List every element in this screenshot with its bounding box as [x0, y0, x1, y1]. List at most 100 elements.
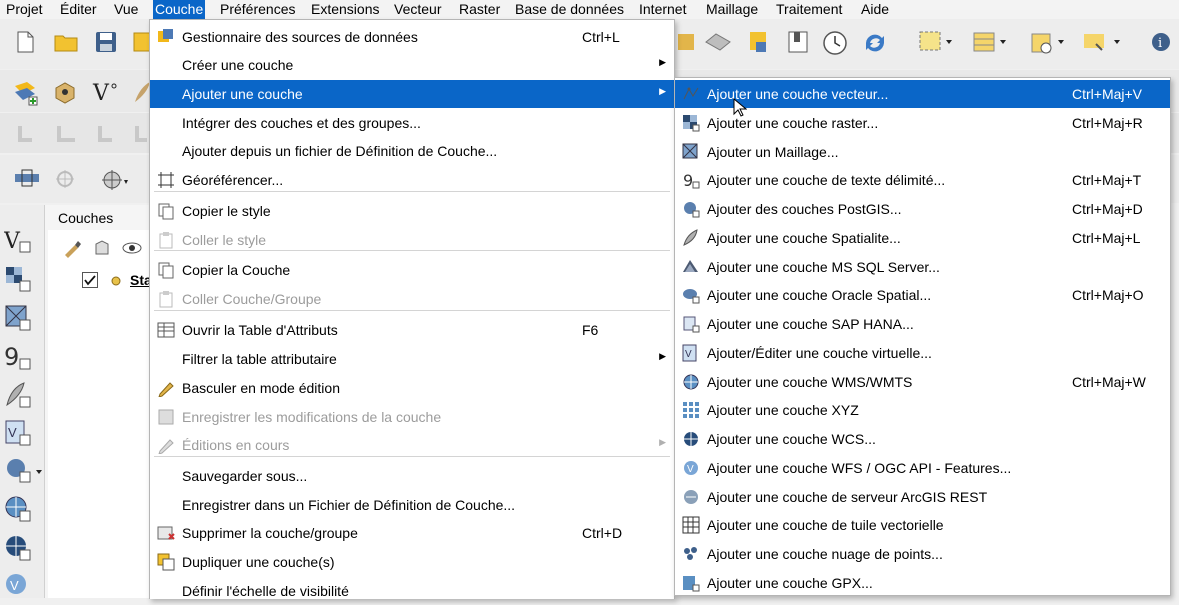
digitize-c-icon[interactable] — [94, 122, 116, 144]
remove-layer-icon — [157, 524, 175, 542]
submenu-item-ajouter-une-couche-wcs[interactable]: Ajouter une couche WCS... — [675, 425, 1170, 453]
menu-item-copier-le-style[interactable]: Copier le style — [150, 197, 674, 225]
menu-item-ajouter-depuis-un-fichier-de-definition-de-couche[interactable]: Ajouter depuis un fichier de Définition … — [150, 137, 674, 165]
menu-item-dupliquer-une-couche-s[interactable]: Dupliquer une couche(s) — [150, 548, 674, 576]
submenu-item-ajouter-une-couche-wms-wmts[interactable]: Ajouter une couche WMS/WMTS Ctrl+Maj+W — [675, 368, 1170, 396]
menu-maillage[interactable]: Maillage — [704, 0, 760, 19]
add-virtual-layer-toolbar-icon[interactable] — [748, 30, 770, 52]
submenu-item-ajouter-des-couches-postgis[interactable]: Ajouter des couches PostGIS... Ctrl+Maj+D — [675, 195, 1170, 223]
menu-item-editions-en-cours: Éditions en cours ▶ — [150, 431, 674, 459]
menu-internet[interactable]: Internet — [637, 0, 688, 19]
zoom-full-icon[interactable] — [54, 168, 76, 190]
menu-pr-f-rences[interactable]: Préférences — [218, 0, 297, 19]
menu-diter[interactable]: Éditer — [58, 0, 99, 19]
add-raster-side-icon[interactable] — [4, 265, 31, 292]
add-wms-side-icon[interactable] — [4, 495, 31, 522]
wfs-icon: V — [682, 459, 700, 477]
menu-base-de-donn-es[interactable]: Base de données — [513, 0, 626, 19]
menu-couche[interactable]: Couche — [153, 0, 206, 19]
select-features-icon[interactable] — [918, 30, 952, 52]
menu-aide[interactable]: Aide — [859, 0, 891, 19]
menu-item-shortcut: F6 — [582, 322, 599, 338]
menu-extensions[interactable]: Extensions — [309, 0, 381, 19]
menu-item-ouvrir-la-table-d-attributs[interactable]: Ouvrir la Table d'Attributs F6 — [150, 316, 674, 344]
add-spatialite-toolbar-icon[interactable] — [676, 30, 698, 52]
submenu-item-ajouter-une-couche-de-serveur-arcgis-rest[interactable]: Ajouter une couche de serveur ArcGIS RES… — [675, 483, 1170, 511]
add-3d-icon[interactable] — [52, 80, 75, 104]
select-expression-icon[interactable] — [1030, 30, 1064, 54]
submenu-item-ajouter-un-maillage[interactable]: Ajouter un Maillage... — [675, 138, 1170, 166]
pan-map-icon[interactable] — [14, 168, 39, 190]
menu-item-gestionnaire-des-sources-de-donnees[interactable]: Gestionnaire des sources de données Ctrl+… — [150, 23, 674, 51]
save-project-icon[interactable] — [94, 31, 116, 53]
menu-item-integrer-des-couches-et-des-groupes[interactable]: Intégrer des couches et des groupes... — [150, 109, 674, 137]
arcgis-rest-icon — [682, 488, 700, 506]
submenu-item-ajouter-une-couche-de-texte-delimite[interactable]: 9 Ajouter une couche de texte délimité...… — [675, 166, 1170, 194]
manage-visibility-icon[interactable] — [122, 238, 144, 260]
menu-item-label: Basculer en mode édition — [182, 380, 340, 396]
digitize-b-icon[interactable] — [54, 122, 76, 144]
layer-item-label[interactable]: Sta — [130, 272, 150, 288]
submenu-item-ajouter-une-couche-oracle-spatial[interactable]: Ajouter une couche Oracle Spatial... Ctrl… — [675, 281, 1170, 309]
submenu-item-label: Ajouter une couche MS SQL Server... — [707, 258, 940, 275]
submenu-item-ajouter-une-couche-de-tuile-vectorielle[interactable]: Ajouter une couche de tuile vectorielle — [675, 511, 1170, 539]
submenu-item-ajouter-une-couche-gpx[interactable]: Ajouter une couche GPX... — [675, 569, 1170, 597]
open-layer-styling-icon[interactable] — [62, 238, 84, 260]
add-wfs-side-icon[interactable]: V — [4, 572, 26, 594]
point-cloud-icon — [682, 545, 700, 563]
menu-item-supprimer-la-couche-groupe[interactable]: Supprimer la couche/groupe Ctrl+D — [150, 519, 674, 547]
menu-item-sauvegarder-sous[interactable]: Sauvegarder sous... — [150, 462, 674, 490]
submenu-item-ajouter-une-couche-sap-hana[interactable]: Ajouter une couche SAP HANA... — [675, 310, 1170, 338]
add-wcs-side-icon[interactable] — [4, 534, 31, 561]
menu-item-definir-l-echelle-de-visibilite[interactable]: Définir l'échelle de visibilité — [150, 577, 674, 605]
menu-item-georeferencer[interactable]: Géoréférencer... — [150, 166, 674, 194]
refresh-icon[interactable] — [862, 30, 884, 52]
add-postgis-side-icon[interactable] — [4, 456, 42, 483]
identify-icon[interactable] — [100, 168, 128, 190]
add-delimited-text-side-icon[interactable]: 9 — [4, 343, 31, 371]
menu-item-shortcut: Ctrl+L — [582, 29, 620, 45]
submenu-item-ajouter-une-couche-nuage-de-points[interactable]: Ajouter une couche nuage de points... — [675, 540, 1170, 568]
submenu-item-ajouter-une-couche-spatialite[interactable]: Ajouter une couche Spatialite... Ctrl+Maj… — [675, 224, 1170, 252]
menu-item-label: Ajouter une couche — [182, 86, 303, 102]
layer-style-icon[interactable] — [12, 80, 38, 106]
submenu-item-ajouter-une-couche-wfs-ogc-api-features[interactable]: V Ajouter une couche WFS / OGC API - Feat… — [675, 454, 1170, 482]
clock-icon[interactable] — [822, 30, 847, 55]
submenu-item-label: Ajouter des couches PostGIS... — [707, 201, 902, 217]
layer-visibility-checkbox[interactable] — [82, 272, 98, 288]
menu-vue[interactable]: Vue — [112, 0, 140, 19]
menu-item-label: Éditions en cours — [182, 437, 290, 453]
vector-tile-icon — [682, 516, 700, 534]
add-spatialite-side-icon[interactable] — [4, 381, 31, 408]
add-group-icon[interactable] — [92, 238, 114, 260]
digitize-a-icon[interactable] — [14, 122, 36, 144]
menu-item-filtrer-la-table-attributaire[interactable]: Filtrer la table attributaire ▶ — [150, 345, 674, 373]
add-mesh-side-icon[interactable] — [4, 304, 31, 331]
identify-features-icon[interactable]: i — [1148, 30, 1170, 52]
bookmark-toolbar-icon[interactable] — [786, 30, 808, 53]
menu-raster[interactable]: Raster — [457, 0, 502, 19]
deselect-icon[interactable] — [1082, 30, 1120, 52]
add-oracle-toolbar-icon[interactable] — [704, 30, 731, 52]
submenu-item-ajouter-une-couche-xyz[interactable]: Ajouter une couche XYZ — [675, 396, 1170, 424]
submenu-item-ajouter-editer-une-couche-virtuelle[interactable]: V Ajouter/Éditer une couche virtuelle... — [675, 339, 1170, 367]
menu-vecteur[interactable]: Vecteur — [392, 0, 443, 19]
add-vector-side-icon[interactable]: V — [3, 226, 31, 254]
xyz-icon — [682, 401, 700, 419]
new-vector-icon[interactable]: V — [92, 78, 117, 106]
submenu-item-ajouter-une-couche-ms-sql-server[interactable]: Ajouter une couche MS SQL Server... — [675, 253, 1170, 281]
new-project-icon[interactable] — [14, 30, 36, 53]
add-virtual-side-icon[interactable]: V — [4, 419, 31, 446]
open-project-icon[interactable] — [54, 31, 78, 53]
submenu-item-ajouter-une-couche-raster[interactable]: Ajouter une couche raster... Ctrl+Maj+R — [675, 109, 1170, 137]
menu-projet[interactable]: Projet — [4, 0, 45, 19]
menu-item-enregistrer-dans-un-fichier-de-definition-de-couche[interactable]: Enregistrer dans un Fichier de Définitio… — [150, 491, 674, 519]
submenu-item-shortcut: Ctrl+Maj+L — [1072, 229, 1141, 246]
menu-item-copier-la-couche[interactable]: Copier la Couche — [150, 256, 674, 284]
menu-traitement[interactable]: Traitement — [774, 0, 844, 19]
attribute-table-toolbar-icon[interactable] — [972, 30, 1006, 52]
menu-item-ajouter-une-couche[interactable]: Ajouter une couche ▶ — [150, 80, 674, 108]
menu-item-basculer-en-mode-edition[interactable]: Basculer en mode édition — [150, 374, 674, 402]
submenu-item-ajouter-une-couche-vecteur[interactable]: Ajouter une couche vecteur... Ctrl+Maj+V — [675, 80, 1170, 108]
menu-item-creer-une-couche[interactable]: Créer une couche ▶ — [150, 51, 674, 79]
